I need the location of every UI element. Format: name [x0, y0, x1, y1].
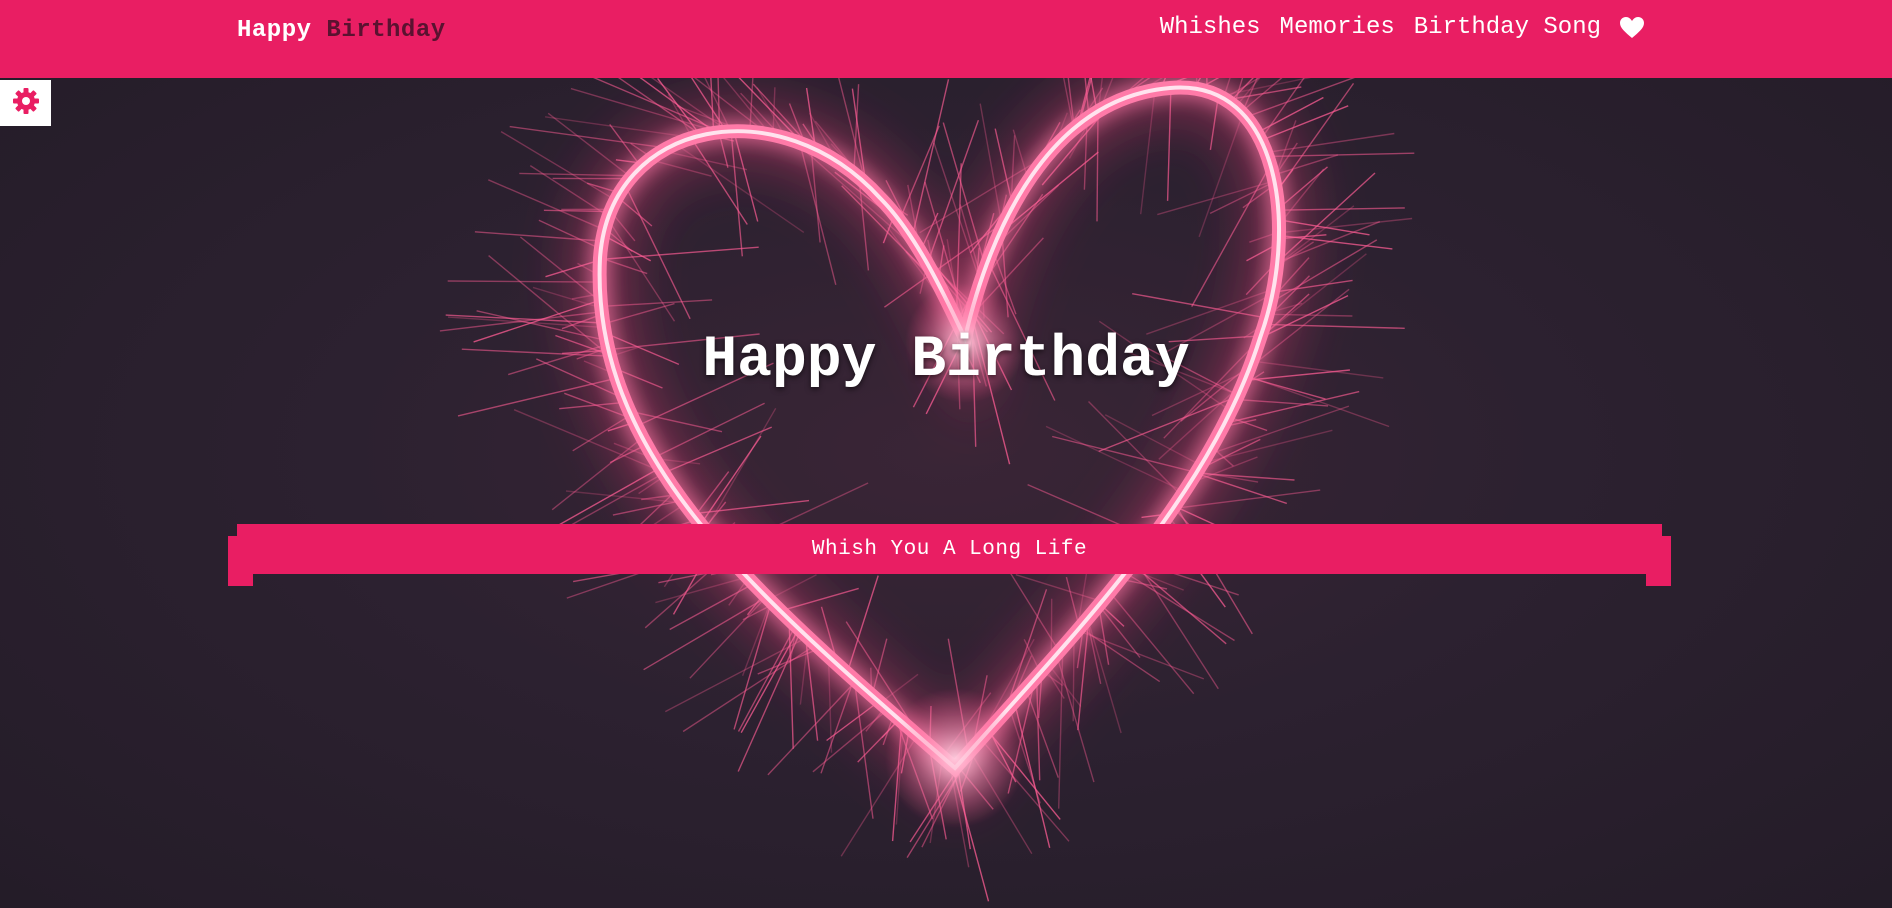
settings-button[interactable]: [0, 80, 51, 126]
sparkle-fiber: [664, 636, 808, 713]
brand-logo[interactable]: Happy Birthday: [237, 17, 446, 44]
nav-links: Whishes Memories Birthday Song: [1160, 14, 1644, 41]
top-navbar: Happy Birthday Whishes Memories Birthday…: [0, 0, 1892, 78]
sparkle-fiber: [1096, 111, 1099, 222]
ribbon-banner: Whish You A Long Life: [228, 524, 1671, 586]
nav-link-memories[interactable]: Memories: [1280, 14, 1395, 41]
heart-icon[interactable]: [1620, 16, 1644, 39]
sparkle-fiber: [500, 130, 617, 201]
ribbon-text: Whish You A Long Life: [237, 524, 1662, 574]
nav-link-whishes[interactable]: Whishes: [1160, 14, 1261, 41]
sparkle-fiber: [737, 625, 797, 732]
gear-icon: [12, 87, 40, 120]
brand-word-happy: Happy: [237, 17, 312, 44]
hero-title: Happy Birthday: [702, 328, 1190, 393]
brand-word-birthday: Birthday: [326, 17, 446, 44]
sparkle-fiber: [643, 596, 767, 671]
sparkle-fiber: [689, 596, 767, 679]
sparkle-fiber: [1072, 634, 1075, 722]
hero-banner: Happy Birthday Whish You A Long Life: [0, 78, 1892, 908]
nav-link-birthday-song[interactable]: Birthday Song: [1414, 14, 1601, 41]
sparkle-fiber: [1045, 425, 1185, 493]
sparkle-fiber: [700, 435, 762, 525]
sparkler-heart-image: [439, 78, 1415, 902]
